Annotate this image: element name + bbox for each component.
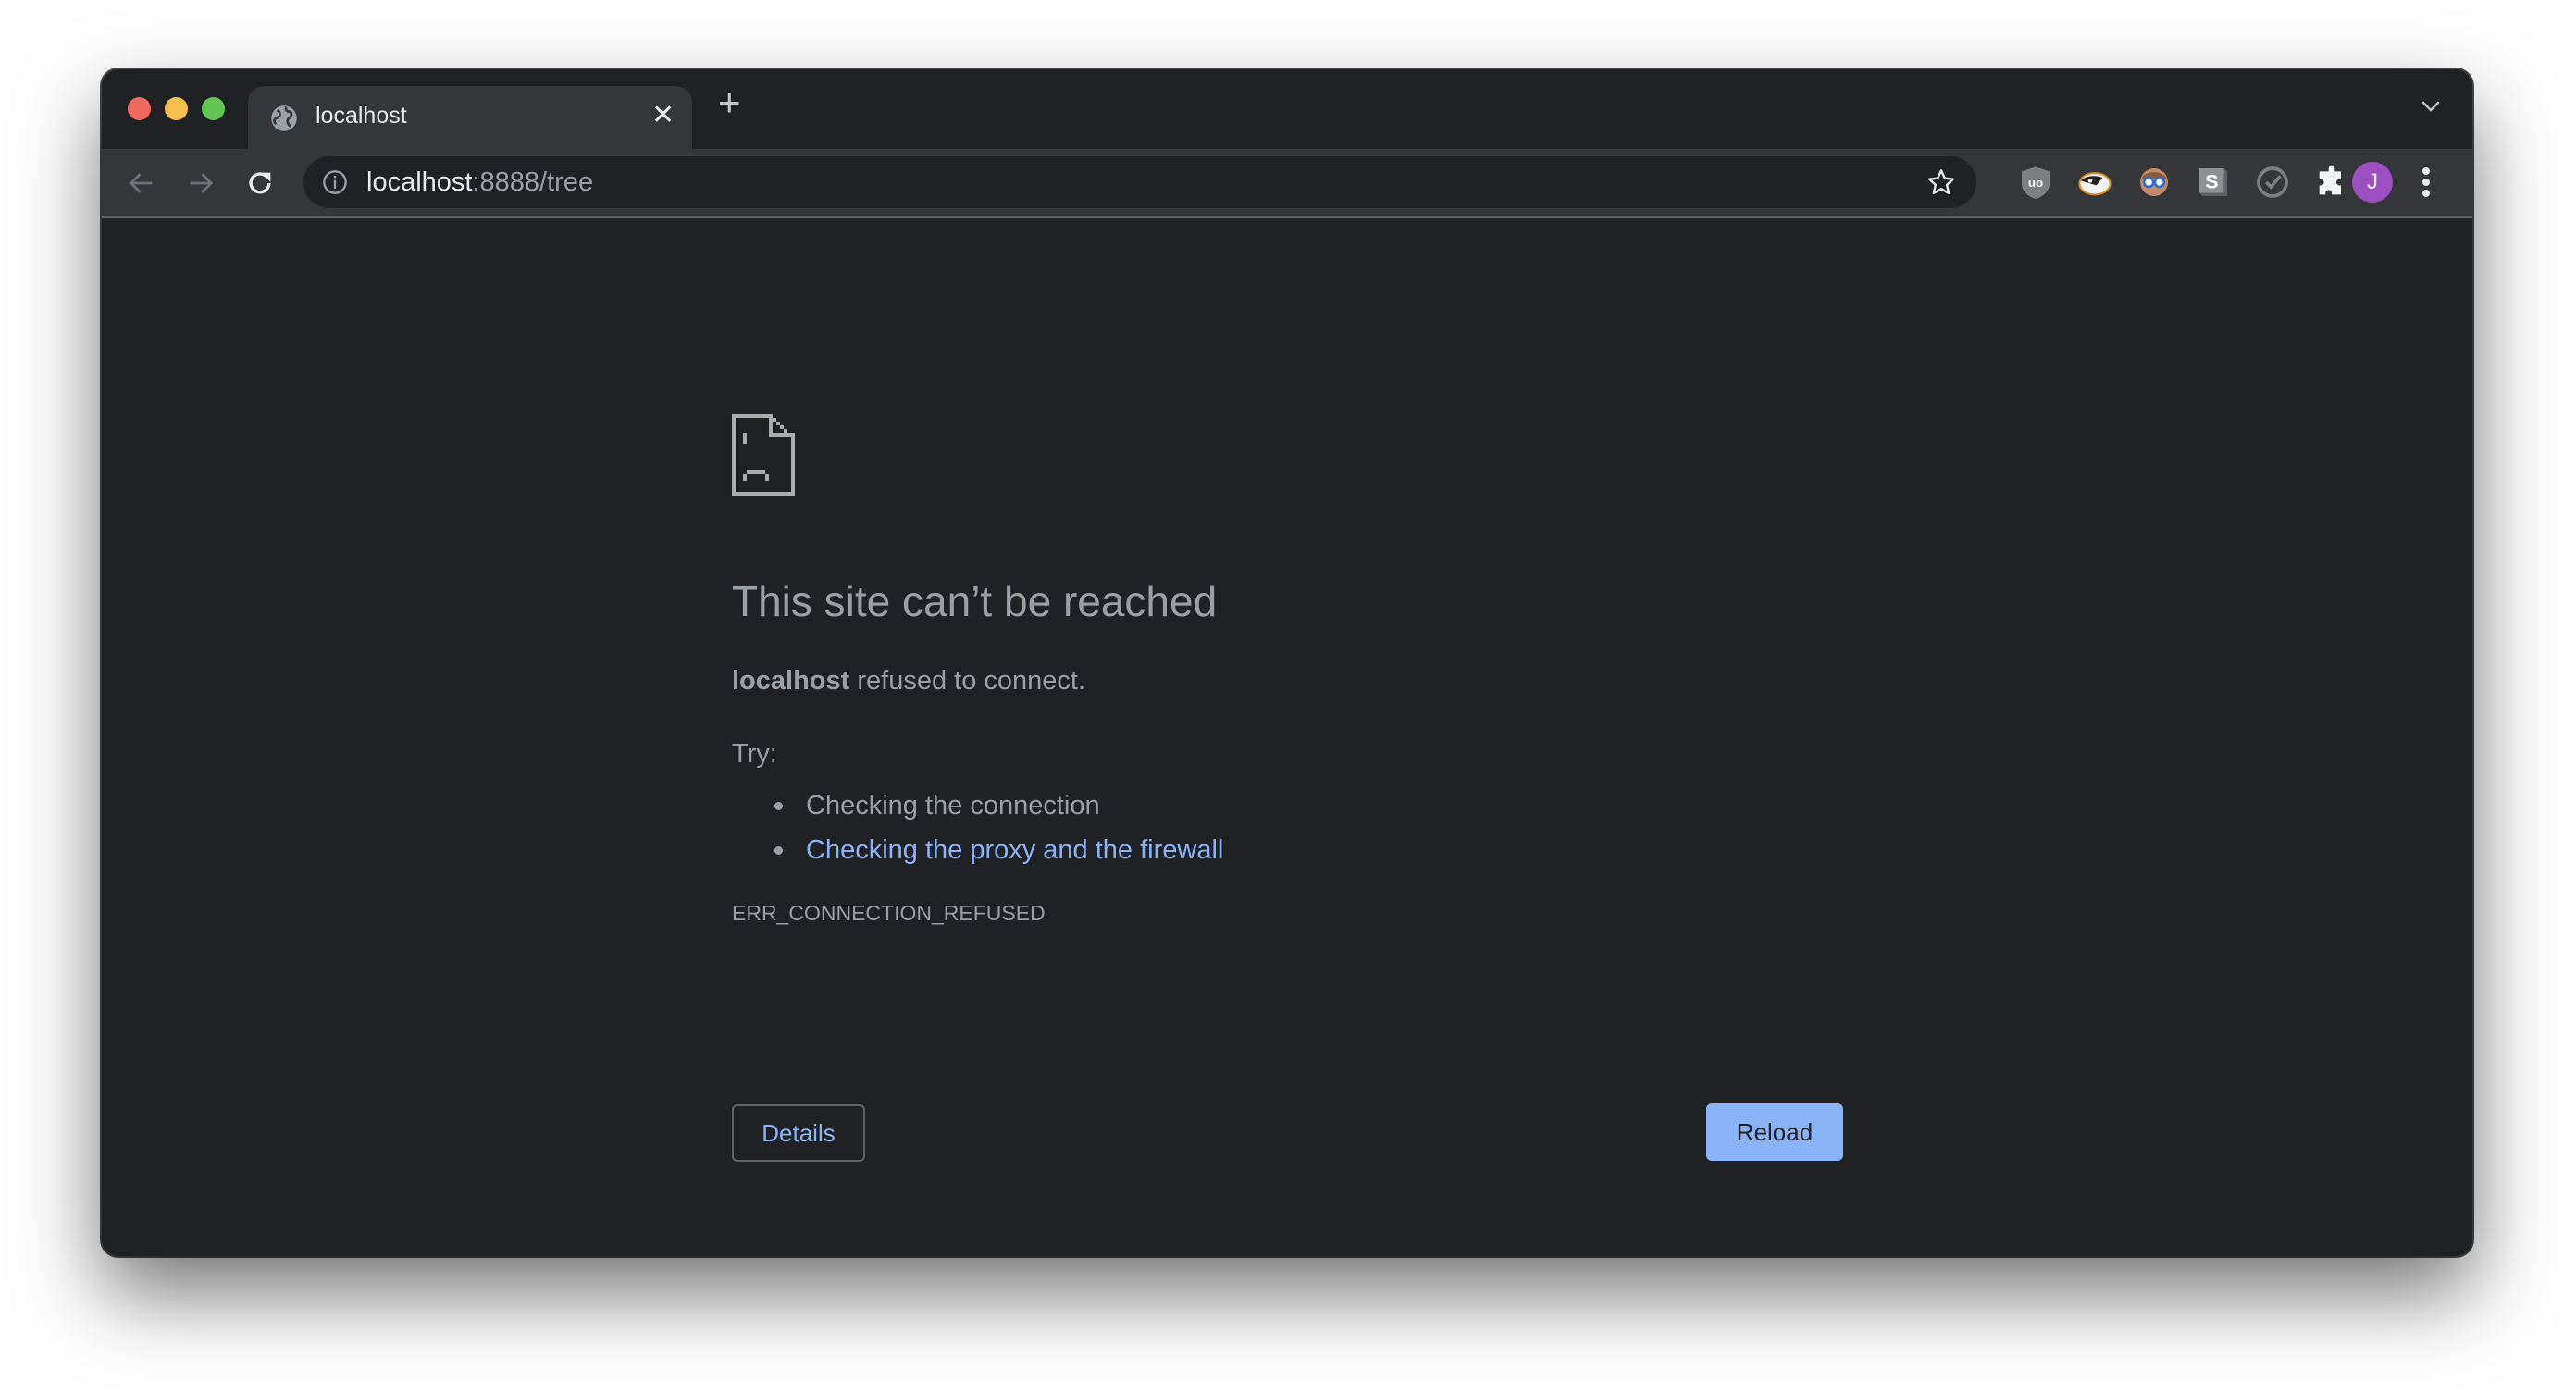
globe-icon (271, 105, 297, 131)
window-maximize-button[interactable] (202, 97, 225, 120)
back-arrow-icon[interactable] (126, 167, 157, 199)
info-icon[interactable] (322, 169, 348, 195)
error-headline: This site can’t be reached (732, 577, 1218, 625)
tab-title: localhost (316, 103, 407, 129)
error-message-text: refused to connect. (849, 666, 1086, 696)
window-minimize-button[interactable] (165, 97, 188, 120)
error-message: localhost refused to connect. (732, 666, 1085, 696)
suggestions-list: Checking the connection Checking the pro… (732, 783, 1223, 872)
reload-button[interactable]: Reload (1706, 1103, 1843, 1161)
suggestion-check-proxy-firewall-link[interactable]: Checking the proxy and the firewall (732, 828, 1223, 872)
extension-face-glasses-icon[interactable] (2136, 164, 2173, 201)
ublock-origin-icon[interactable]: uo (2017, 164, 2054, 201)
svg-text:S: S (2205, 170, 2218, 193)
details-button[interactable]: Details (732, 1104, 865, 1162)
checkmark-circle-icon[interactable] (2254, 164, 2291, 201)
error-code: ERR_CONNECTION_REFUSED (732, 901, 1046, 925)
s-extension-icon[interactable]: S (2195, 164, 2232, 201)
tab-strip: localhost ✕ + (102, 69, 2472, 149)
tab-localhost[interactable]: localhost ✕ (248, 86, 692, 149)
profile-avatar[interactable]: J (2352, 162, 2393, 203)
new-tab-button[interactable]: + (718, 80, 741, 125)
toolbar: localhost:8888/tree uo S J (102, 149, 2472, 218)
tab-search-chevron-down-icon[interactable] (2417, 92, 2445, 119)
more-vertical-icon[interactable] (2421, 166, 2432, 199)
error-host: localhost (732, 666, 850, 696)
privacy-badger-icon[interactable] (2076, 164, 2113, 201)
bookmark-star-icon[interactable] (1926, 167, 1956, 197)
error-page: This site can’t be reached localhost ref… (102, 218, 2472, 1256)
url-host: localhost (366, 167, 473, 197)
window-close-button[interactable] (128, 97, 151, 120)
url-text[interactable]: localhost:8888/tree (366, 167, 593, 198)
tab-close-icon[interactable]: ✕ (651, 99, 675, 131)
url-path: :8888/tree (472, 167, 594, 197)
sad-page-icon (732, 414, 795, 496)
extensions-puzzle-icon[interactable] (2313, 164, 2350, 201)
address-bar[interactable]: localhost:8888/tree (303, 156, 1976, 208)
suggestion-check-connection: Checking the connection (732, 783, 1223, 828)
forward-arrow-icon[interactable] (185, 167, 217, 199)
svg-text:uo: uo (2028, 176, 2043, 190)
try-label: Try: (732, 739, 777, 769)
browser-window: localhost ✕ + localhost:8888/tree uo S J… (102, 69, 2472, 1256)
reload-icon[interactable] (244, 167, 276, 199)
